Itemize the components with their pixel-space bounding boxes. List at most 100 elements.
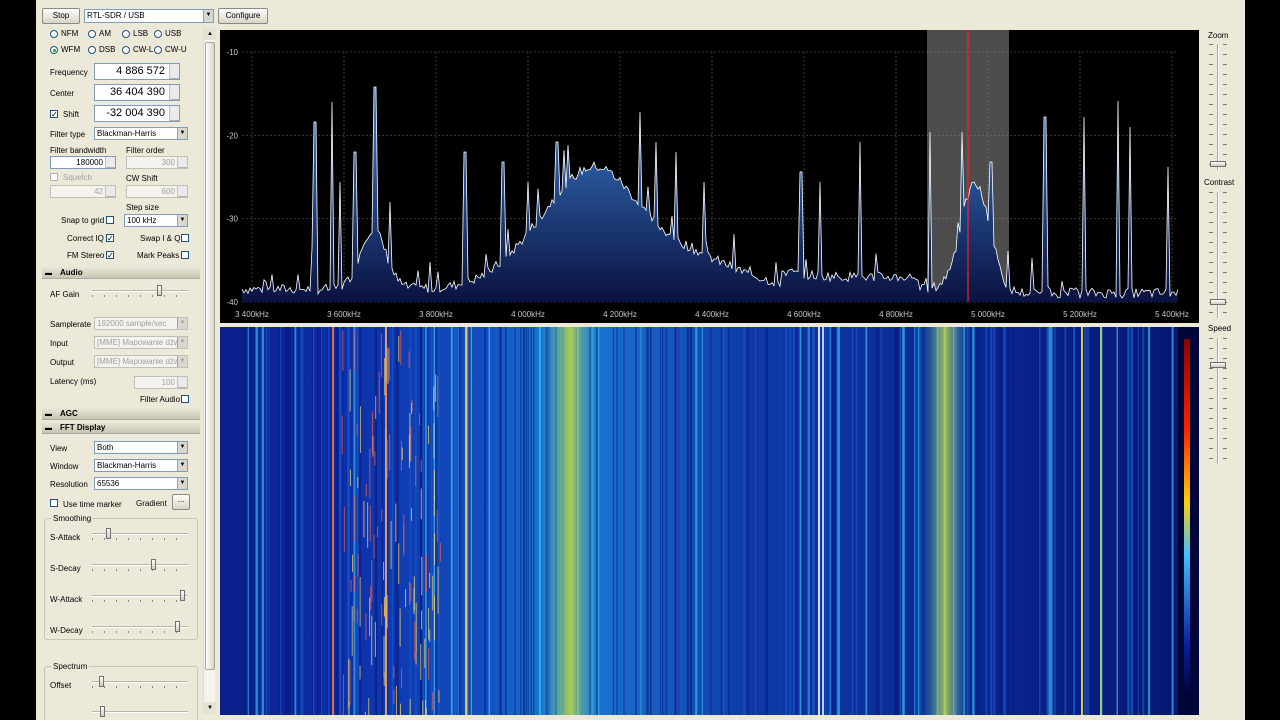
waterfall-streak	[789, 327, 792, 715]
speed-slider[interactable]	[1206, 338, 1230, 464]
chevron-down-icon[interactable]: ▼	[177, 478, 187, 489]
waterfall-streak	[391, 327, 394, 715]
mode-radio-am[interactable]	[88, 30, 96, 38]
filter-bandwidth-spinner[interactable]	[105, 157, 115, 168]
waterfall-streak	[326, 327, 329, 715]
zoom-slider[interactable]	[1206, 44, 1230, 170]
chevron-down-icon[interactable]: ▼	[203, 10, 213, 22]
waterfall-streak	[318, 327, 322, 715]
filter-order-input[interactable]: 300	[126, 156, 188, 169]
s-decay-slider[interactable]	[92, 559, 188, 571]
mode-radio-dsb[interactable]	[88, 46, 96, 54]
mode-radio-wfm[interactable]	[50, 46, 58, 54]
filter-order-spinner[interactable]	[177, 157, 187, 168]
squelch-input[interactable]: 42	[50, 185, 116, 198]
input-select[interactable]: [MME] Mapowanie dźwi ▼	[94, 336, 188, 349]
chevron-down-icon[interactable]: ▼	[177, 215, 187, 226]
samplerate-value: 192000 sample/sec	[97, 319, 167, 328]
waterfall-band	[540, 327, 600, 715]
waterfall-noise	[403, 514, 405, 553]
latency-input[interactable]: 100	[134, 376, 188, 389]
shift-value: -32 004 390	[106, 107, 165, 119]
chevron-down-icon[interactable]: ▼	[177, 318, 187, 329]
stop-button[interactable]: Stop	[42, 8, 80, 24]
agc-section-header[interactable]: ▬ AGC	[42, 408, 200, 420]
latency-label: Latency (ms)	[50, 377, 97, 386]
scrollbar-thumb[interactable]	[205, 42, 215, 670]
waterfall-streak	[743, 327, 745, 715]
latency-value: 100	[161, 378, 175, 387]
view-select[interactable]: Both ▼	[94, 441, 188, 454]
filter-bandwidth-input[interactable]: 180000	[50, 156, 116, 169]
center-input[interactable]: 36 404 390	[94, 84, 180, 101]
samplerate-select[interactable]: 192000 sample/sec ▼	[94, 317, 188, 330]
filter-type-value: Blackman-Harris	[97, 129, 157, 138]
s-attack-slider[interactable]	[92, 528, 188, 540]
waterfall-streak	[1086, 327, 1090, 715]
chevron-down-icon[interactable]: ▼	[177, 128, 187, 139]
mode-radio-cw-l[interactable]	[122, 46, 130, 54]
contrast-label: Contrast	[1204, 178, 1235, 187]
chevron-down-icon[interactable]: ▼	[177, 356, 187, 367]
waterfall-streak	[825, 327, 827, 715]
waterfall-noise	[434, 595, 436, 641]
waterfall-noise	[398, 335, 400, 362]
offset-slider[interactable]	[92, 676, 188, 688]
waterfall-streak	[810, 327, 812, 715]
mark-peaks-checkbox[interactable]	[181, 251, 189, 259]
filter-type-select[interactable]: Blackman-Harris ▼	[94, 127, 188, 140]
correct-iq-checkbox[interactable]: ✓	[106, 234, 114, 243]
audio-section-header[interactable]: ▬ Audio	[42, 267, 200, 279]
mode-radio-lsb[interactable]	[122, 30, 130, 38]
cw-shift-input[interactable]: 600	[126, 185, 188, 198]
configure-button[interactable]: Configure	[218, 8, 268, 24]
waterfall-streak	[865, 327, 868, 715]
af-gain-slider[interactable]	[92, 285, 188, 297]
cw-shift-spinner[interactable]	[177, 186, 187, 197]
waterfall-band	[920, 327, 970, 715]
waterfall-noise	[395, 503, 397, 542]
fft-section-header[interactable]: ▬ FFT Display	[42, 422, 200, 434]
scroll-up-icon[interactable]: ▲	[204, 28, 216, 40]
control-panel-scrollbar[interactable]: ▲ ▼	[203, 28, 216, 714]
step-size-select[interactable]: 100 kHz ▼	[124, 214, 188, 227]
squelch-checkbox[interactable]	[50, 173, 58, 181]
w-decay-slider[interactable]	[92, 621, 188, 633]
spectrum-analyzer[interactable]: -10 -20 -30 -40 3 400kHz 3 600kHz 3 800kHz 4 00…	[220, 30, 1199, 323]
fm-stereo-checkbox[interactable]: ✓	[106, 251, 114, 260]
time-marker-checkbox[interactable]	[50, 499, 58, 507]
center-spinner[interactable]	[169, 85, 179, 100]
source-select[interactable]: RTL-SDR / USB ▼	[84, 9, 214, 23]
waterfall-streak	[1166, 327, 1168, 715]
filter-audio-checkbox[interactable]	[181, 395, 189, 403]
waterfall-streak	[1064, 327, 1067, 715]
squelch-spinner[interactable]	[105, 186, 115, 197]
frequency-input[interactable]: 4 886 572	[94, 63, 180, 80]
step-size-label: Step size	[126, 203, 159, 212]
chevron-down-icon[interactable]: ▼	[177, 460, 187, 471]
output-select[interactable]: [MME] Mapowanie dźwi ▼	[94, 355, 188, 368]
scroll-down-icon[interactable]: ▼	[204, 702, 216, 714]
mode-radio-cw-u[interactable]	[154, 46, 162, 54]
waterfall-streak	[484, 327, 487, 715]
w-attack-slider[interactable]	[92, 590, 188, 602]
waterfall-display[interactable]	[220, 327, 1199, 715]
range-slider[interactable]	[92, 706, 188, 718]
shift-input[interactable]: -32 004 390	[94, 105, 180, 122]
mode-radio-nfm[interactable]	[50, 30, 58, 38]
gradient-button[interactable]: ...	[172, 494, 190, 510]
shift-spinner[interactable]	[169, 106, 179, 121]
resolution-select[interactable]: 65536 ▼	[94, 477, 188, 490]
contrast-slider[interactable]	[1206, 192, 1230, 318]
waterfall-noise	[359, 665, 361, 680]
frequency-spinner[interactable]	[169, 64, 179, 79]
waterfall-noise	[385, 381, 387, 428]
swap-iq-checkbox[interactable]	[181, 234, 189, 242]
window-select[interactable]: Blackman-Harris ▼	[94, 459, 188, 472]
chevron-down-icon[interactable]: ▼	[177, 442, 187, 453]
mode-radio-usb[interactable]	[154, 30, 162, 38]
chevron-down-icon[interactable]: ▼	[177, 337, 187, 348]
shift-checkbox[interactable]: ✓	[50, 110, 58, 119]
latency-spinner[interactable]	[177, 377, 187, 388]
snap-to-grid-checkbox[interactable]	[106, 216, 114, 224]
